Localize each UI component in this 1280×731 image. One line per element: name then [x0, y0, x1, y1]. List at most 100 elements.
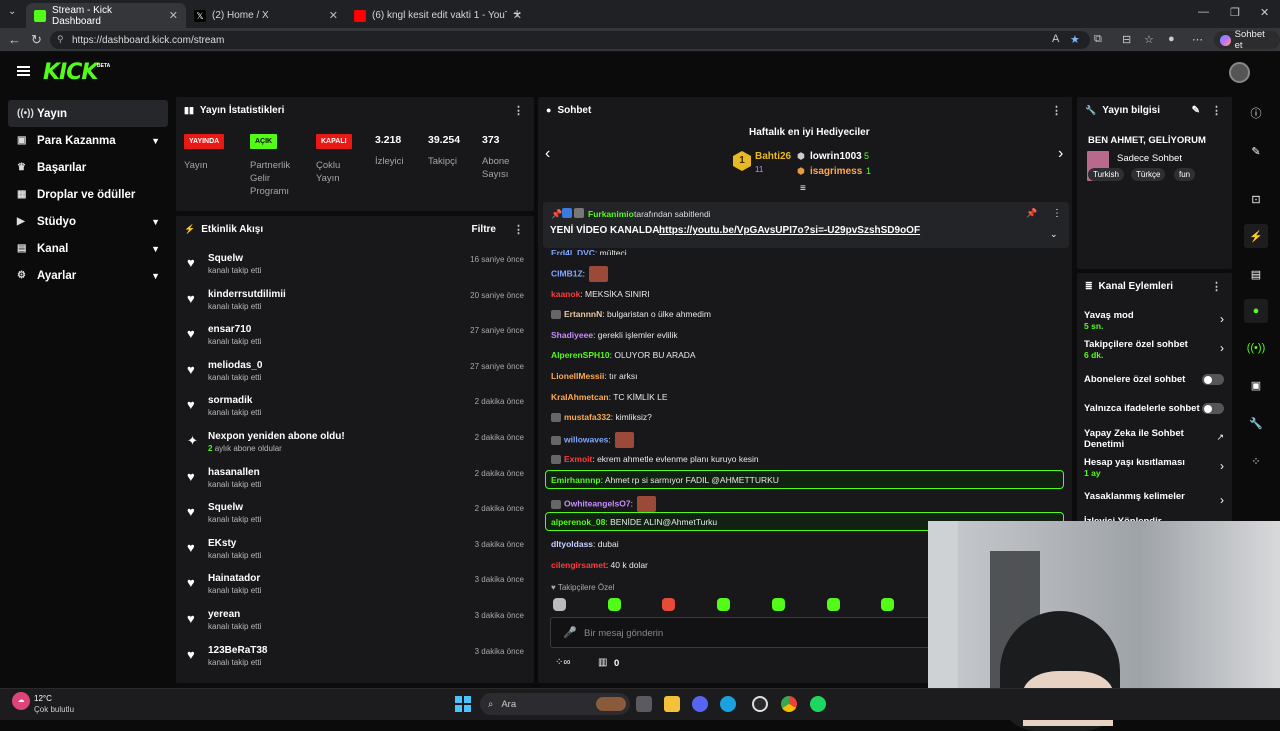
- favorite-star-icon[interactable]: ★: [1070, 33, 1080, 46]
- chat-message[interactable]: LionellMessii: tır arksı: [551, 371, 637, 381]
- activity-item[interactable]: ♥ ensar710 kanalı takip etti 27 saniye önce: [184, 322, 532, 358]
- activity-username[interactable]: 123BeRaT38: [208, 645, 267, 656]
- activity-username[interactable]: meliodas_0: [208, 360, 262, 371]
- next-arrow-icon[interactable]: ›: [1058, 145, 1063, 163]
- quick-emote-icon[interactable]: [607, 598, 621, 611]
- microphone-icon[interactable]: 🎤: [563, 626, 577, 639]
- obs-icon[interactable]: [752, 696, 768, 712]
- sidebar-item-ayarlar[interactable]: ⚙ Ayarlar ▼: [8, 262, 168, 289]
- quick-emote-icon[interactable]: [771, 598, 785, 611]
- activity-username[interactable]: ensar710: [208, 324, 251, 335]
- gifter-name[interactable]: Bahti26: [755, 151, 791, 162]
- activity-username[interactable]: Squelw: [208, 253, 243, 264]
- chat-message[interactable]: ErtannnN: bulgaristan o ülke ahmedim: [551, 309, 711, 320]
- screenshot-icon[interactable]: ⊡: [1244, 187, 1268, 211]
- weather-icon[interactable]: ☁: [12, 692, 30, 710]
- sidebar-item-para-kazanma[interactable]: ▣ Para Kazanma ▼: [8, 127, 168, 154]
- activity-item[interactable]: ♥ Hainatador kanalı takip etti 3 dakika önc…: [184, 571, 532, 607]
- new-tab-icon[interactable]: +: [513, 5, 521, 21]
- stream-tag[interactable]: Türkçe: [1131, 168, 1166, 181]
- chat-username[interactable]: willowaves: [564, 434, 608, 444]
- expand-gifters-icon[interactable]: ≡: [800, 183, 806, 194]
- info-icon[interactable]: ⓘ: [1244, 101, 1268, 125]
- chat-username[interactable]: cilengirsamet: [551, 560, 606, 570]
- task-view-icon[interactable]: [636, 696, 652, 712]
- activity-item[interactable]: ♥ meliodas_0 kanalı takip etti 27 saniye ön…: [184, 358, 532, 394]
- quick-emote-icon[interactable]: [826, 598, 840, 611]
- chat-message[interactable]: Exmoit: ekrem ahmetle evlenme planı kuru…: [551, 454, 759, 465]
- activity-username[interactable]: kinderrsutdilimii: [208, 289, 286, 300]
- chat-username[interactable]: AlperenSPH10: [551, 350, 610, 360]
- chat-username[interactable]: kaanok: [551, 289, 580, 299]
- quick-emote-icon[interactable]: [717, 598, 731, 611]
- quick-emote-icon[interactable]: [553, 598, 566, 611]
- activity-item[interactable]: ✦ Nexpon yeniden abone oldu! 2 aylık abone…: [184, 429, 532, 465]
- refresh-icon[interactable]: ↻: [31, 32, 42, 48]
- activity-username[interactable]: EKsty: [208, 538, 236, 549]
- edit-pencil-icon[interactable]: ✎: [1244, 139, 1268, 163]
- store-icon[interactable]: ▥: [598, 657, 607, 668]
- stream-category[interactable]: Sadece Sohbet: [1117, 153, 1182, 164]
- profile-icon[interactable]: ●: [1168, 33, 1175, 45]
- banned-words-setting[interactable]: Yasaklanmış kelimeler ›: [1084, 491, 1226, 507]
- discord-icon[interactable]: [692, 696, 708, 712]
- activity-item[interactable]: ♥ Squelw kanalı takip etti 16 saniye önce: [184, 251, 532, 287]
- slow-mode-setting[interactable]: Yavaş mod 5 sn. ›: [1084, 310, 1226, 331]
- activity-username[interactable]: Squelw: [208, 502, 243, 513]
- chat-username[interactable]: Emirhannnp: [551, 475, 601, 485]
- windows-start-icon[interactable]: [455, 696, 471, 712]
- chat-username[interactable]: LionellMessii: [551, 371, 604, 381]
- chat-username[interactable]: alperenok_08: [551, 517, 605, 527]
- activity-item[interactable]: ♥ hasanallen kanalı takip etti 2 dakika önc…: [184, 465, 532, 501]
- tab-x-home[interactable]: 𝕏 (2) Home / X ✕: [186, 3, 346, 28]
- read-aloud-icon[interactable]: A: [1052, 33, 1059, 45]
- chat-message[interactable]: AlperenSPH10: OLUYOR BU ARADA: [551, 350, 696, 360]
- chat-message[interactable]: dltyoldass: dubai: [551, 539, 619, 549]
- activity-username[interactable]: sormadik: [208, 395, 252, 406]
- more-options-icon[interactable]: ⋮: [513, 223, 524, 236]
- document-icon[interactable]: ▤: [1244, 262, 1268, 286]
- sidebar-item-studyo[interactable]: ▶ Stüdyo ▼: [8, 208, 168, 235]
- more-options-icon[interactable]: ⋮: [1211, 280, 1222, 293]
- lightning-icon[interactable]: ⚡: [1244, 224, 1268, 248]
- tab-youtube[interactable]: (6) kngl kesit edit vakti 1 - YouTube ✕: [346, 3, 530, 28]
- chat-username[interactable]: CIMB1Z: [551, 268, 583, 278]
- kick-logo[interactable]: KICK: [43, 60, 98, 85]
- activity-username[interactable]: hasanallen: [208, 467, 260, 478]
- file-explorer-icon[interactable]: [664, 696, 680, 712]
- settings-nodes-icon[interactable]: ⁘: [1244, 449, 1268, 473]
- sidebar-item-kanal[interactable]: ▤ Kanal ▼: [8, 235, 168, 262]
- chat-username[interactable]: dltyoldass: [551, 539, 593, 549]
- chat-message[interactable]: KralAhmetcan: TC KİMLİK LE: [551, 392, 668, 402]
- activity-username[interactable]: Nexpon yeniden abone oldu!: [208, 431, 345, 442]
- more-options-icon[interactable]: ⋮: [1051, 104, 1062, 117]
- chevron-down-icon[interactable]: ⌄: [1050, 229, 1058, 240]
- chat-message[interactable]: Shadiyeee: gerekli işlemler evlilik: [551, 330, 678, 340]
- split-screen-icon[interactable]: ⊟: [1122, 33, 1131, 46]
- more-menu-icon[interactable]: ⋯: [1192, 33, 1203, 46]
- more-options-icon[interactable]: ⋮: [1211, 104, 1222, 117]
- copilot-chat-button[interactable]: Sohbet et: [1214, 29, 1280, 51]
- activity-item[interactable]: ♥ 123BeRaT38 kanalı takip etti 3 dakika önc…: [184, 643, 532, 679]
- chat-input[interactable]: 🎤 Bir mesaj gönderin: [550, 617, 930, 648]
- chat-username[interactable]: Shadiyeee: [551, 330, 593, 340]
- close-tab-icon[interactable]: ✕: [329, 9, 338, 22]
- edit-pencil-icon[interactable]: ✎: [1192, 105, 1200, 116]
- tab-list-chevron-icon[interactable]: ⌄: [8, 6, 16, 17]
- broadcast-icon[interactable]: ((•)): [1244, 336, 1268, 360]
- followers-only-setting[interactable]: Takipçilere özel sohbet 6 dk. ›: [1084, 339, 1226, 360]
- sidebar-item-yayin[interactable]: ((•)) Yayın: [8, 100, 168, 127]
- gifter-name[interactable]: lowrin1003: [810, 151, 862, 162]
- favorites-icon[interactable]: ☆: [1144, 33, 1154, 46]
- user-avatar[interactable]: [1229, 62, 1250, 83]
- chat-message[interactable]: willowaves:: [551, 432, 635, 448]
- chat-message[interactable]: cilengirsamet: 40 k dolar: [551, 560, 648, 570]
- minimize-icon[interactable]: —: [1198, 6, 1209, 18]
- ai-moderation-setting[interactable]: Yapay Zeka ile Sohbet Denetimi ↗: [1084, 428, 1226, 450]
- sidebar-item-droplar[interactable]: ▦ Droplar ve ödüller: [8, 181, 168, 208]
- chrome-icon[interactable]: [781, 696, 797, 712]
- restore-icon[interactable]: ❐: [1230, 6, 1240, 19]
- edge-icon[interactable]: [720, 696, 736, 712]
- emotes-only-toggle[interactable]: [1202, 403, 1224, 414]
- activity-item[interactable]: ♥ EKsty kanalı takip etti 3 dakika önce: [184, 536, 532, 572]
